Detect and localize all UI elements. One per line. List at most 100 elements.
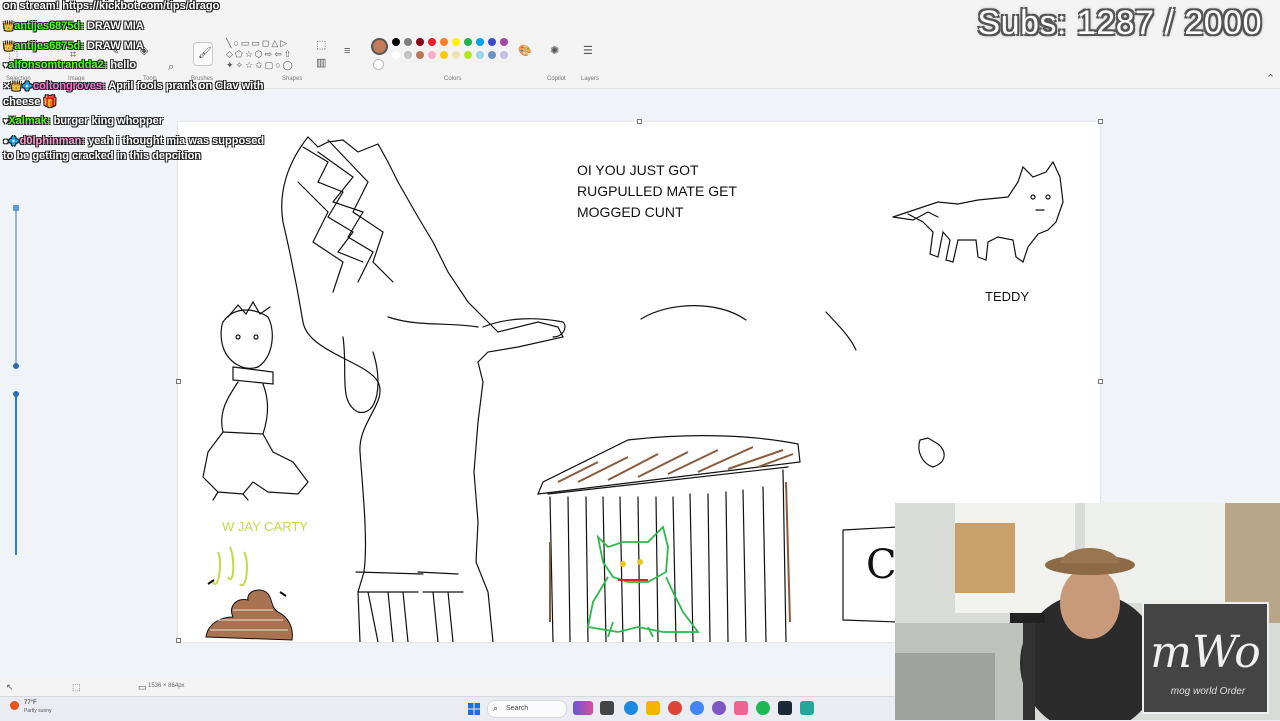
chat-badges: 👑 — [3, 21, 15, 31]
small-figure-sketch — [202, 300, 309, 501]
palette-swatch[interactable] — [452, 38, 460, 46]
edit-colors-icon[interactable]: 🎨 — [518, 46, 532, 57]
palette-swatch[interactable] — [392, 51, 400, 59]
selection-size-icon: ⬚ — [72, 682, 81, 692]
webcam-overlay: mWo mog world Order — [895, 503, 1280, 720]
green-creature-sketch — [586, 525, 700, 638]
chat-username[interactable]: coltongroves: — [33, 80, 108, 92]
size-icon[interactable]: ≡ — [344, 46, 350, 57]
layers-group-label: Layers — [581, 76, 600, 82]
caption-line-1: OI YOU JUST GOT — [577, 162, 699, 178]
chat-badges: 👑 — [3, 41, 15, 51]
chat-username[interactable]: antijes6875d: — [14, 40, 87, 52]
copilot-icon[interactable]: ✺ — [550, 46, 559, 57]
layers-icon[interactable]: ☰ — [583, 46, 593, 57]
resize-handle-top-right[interactable] — [1098, 119, 1103, 124]
resize-handle-top[interactable] — [637, 119, 642, 124]
chat-text: yeah i thought mia was supposed — [88, 135, 265, 147]
brush-icon: 🖌 — [198, 47, 212, 59]
palette-swatch[interactable] — [500, 51, 508, 59]
shapes-gallery[interactable]: ╲○▭▭◻△▷ ◇⬠☆⬡⇨⇦⇧ ✦✧☆✩▢○◯ — [226, 38, 306, 72]
color-palette[interactable] — [392, 38, 522, 70]
canvas-size-icon: ▭ — [138, 682, 147, 692]
palette-swatch[interactable] — [440, 51, 448, 59]
weather-icon — [10, 701, 19, 710]
zoom-icon[interactable]: ⌕ — [168, 62, 174, 73]
windows-start-icon[interactable] — [468, 702, 480, 715]
poop-sketch — [205, 546, 293, 641]
chat-message: on stream! https://kickbot.com/tips/drag… — [3, 0, 219, 12]
palette-swatch[interactable] — [476, 38, 484, 46]
search-label: Search — [506, 705, 529, 712]
spotify-icon[interactable] — [756, 701, 770, 715]
caption-text: OI YOU JUST GOT RUGPULLED MATE GET MOGGE… — [577, 160, 737, 223]
palette-swatch[interactable] — [488, 38, 496, 46]
store-icon[interactable] — [734, 701, 748, 715]
steam-icon[interactable] — [778, 701, 792, 715]
outline-icon[interactable]: ⬚ — [316, 40, 326, 51]
chat-username[interactable]: d0lphinman: — [20, 135, 88, 147]
palette-swatch[interactable] — [488, 51, 496, 59]
chat-message: ✕👑💠coltongroves: April fools prank on Cl… — [3, 80, 264, 92]
chat-username[interactable]: alfonsomtrandda2: — [8, 59, 110, 71]
blob-sketch — [918, 437, 945, 468]
palette-swatch[interactable] — [428, 38, 436, 46]
chat-message: 👑antijes6875d: DRAW MIA — [3, 40, 144, 52]
palette-swatch[interactable] — [416, 51, 424, 59]
resize-handle-bottom-left[interactable] — [176, 638, 181, 643]
arc-sketch-1 — [640, 305, 747, 321]
discord-icon[interactable] — [712, 701, 726, 715]
palette-swatch[interactable] — [476, 51, 484, 59]
chat-text: to be getting cracked in this depcition — [3, 150, 202, 162]
palette-swatch[interactable] — [464, 51, 472, 59]
colors-group-label: Colors — [444, 76, 462, 82]
palette-swatch[interactable] — [452, 51, 460, 59]
chat-message: ●💠d0lphinman: yeah i thought mia was sup… — [3, 135, 264, 147]
chat-username[interactable]: antijes6875d: — [14, 20, 87, 32]
taskbar-search[interactable]: ⌕ Search — [487, 700, 567, 718]
chat-message: ♥alfonsomtrandda2: hello — [3, 59, 136, 71]
arc-sketch-2 — [825, 311, 857, 351]
chrome-profile-icon[interactable] — [690, 701, 704, 715]
chat-message: 👑antijes6875d: DRAW MIA — [3, 20, 144, 32]
chat-text: DRAW MIA — [86, 40, 144, 52]
cat-sketch — [892, 160, 1064, 263]
shapes-group-label: Shapes — [282, 76, 303, 82]
weather-widget[interactable]: 77°F Partly sunny — [10, 700, 130, 717]
resize-handle-left[interactable] — [176, 379, 181, 384]
chat-text: burger king whopper — [53, 115, 163, 127]
resize-handle-right[interactable] — [1098, 379, 1103, 384]
shape-fill-icon[interactable]: ▥ — [316, 58, 326, 69]
file-explorer-icon[interactable] — [646, 701, 660, 715]
paint-taskbar-icon[interactable] — [800, 701, 814, 715]
edge-icon[interactable] — [624, 701, 638, 715]
palette-swatch[interactable] — [404, 38, 412, 46]
chat-username[interactable]: Xalmak: — [8, 115, 53, 127]
partial-letter: C — [866, 542, 897, 588]
current-color-swatch[interactable] — [371, 38, 388, 55]
chat-text: DRAW MIA — [86, 20, 144, 32]
palette-swatch[interactable] — [440, 38, 448, 46]
chat-badges: ✕👑💠 — [3, 81, 33, 91]
palette-swatch[interactable] — [464, 38, 472, 46]
task-view-icon[interactable] — [600, 701, 614, 715]
collapse-ribbon-icon[interactable]: ⌃ — [1266, 74, 1275, 85]
widget-app-icon[interactable] — [573, 701, 593, 715]
chrome-icon[interactable] — [668, 701, 682, 715]
chat-message: cheese 🎁 — [3, 95, 57, 108]
chat-text: April fools prank on Clav with — [108, 80, 264, 92]
palette-swatch[interactable] — [416, 38, 424, 46]
chat-text: cheese 🎁 — [3, 96, 58, 108]
palette-swatch[interactable] — [404, 51, 412, 59]
palette-swatch[interactable] — [428, 51, 436, 59]
chat-text: on stream! https://kickbot.com/tips/drag… — [3, 0, 220, 12]
secondary-color-swatch[interactable] — [373, 59, 384, 70]
palette-swatch[interactable] — [392, 38, 400, 46]
mwo-logo: mWo — [1150, 627, 1261, 678]
palette-swatch[interactable] — [500, 38, 508, 46]
zoom-slider[interactable] — [12, 205, 20, 565]
sub-counter: Subs: 1287 / 2000 — [977, 4, 1262, 42]
logo-caption: mog world Order — [1170, 686, 1246, 697]
chat-message: to be getting cracked in this depcition — [3, 150, 201, 162]
brush-button[interactable]: 🖌 — [193, 42, 213, 66]
